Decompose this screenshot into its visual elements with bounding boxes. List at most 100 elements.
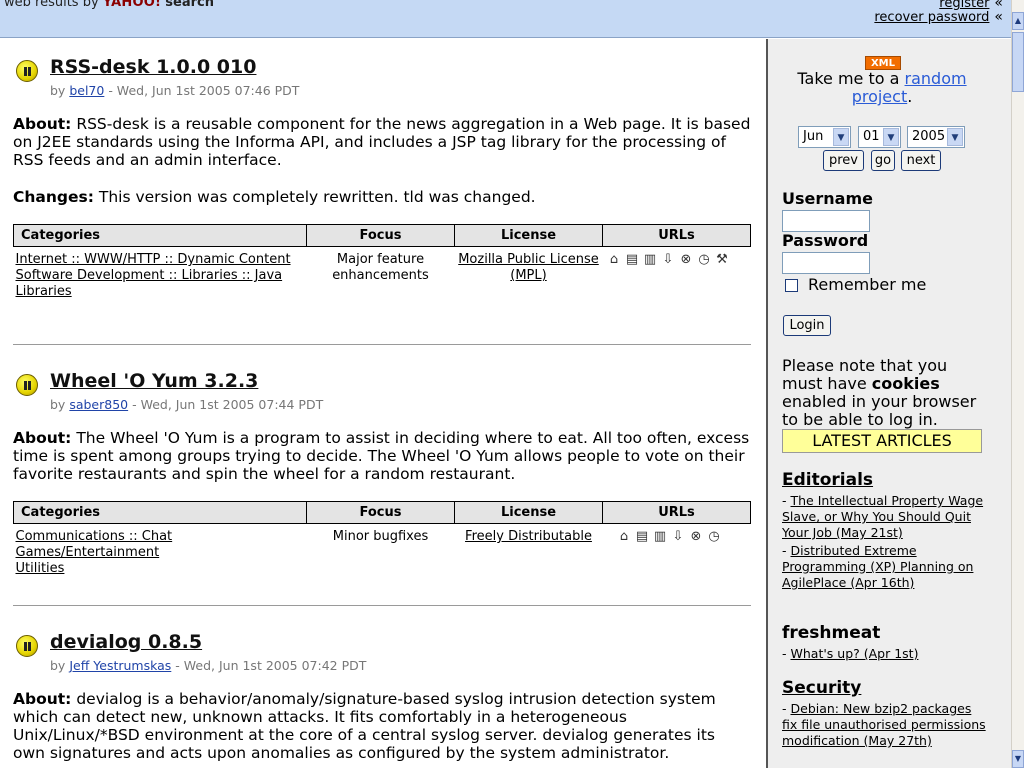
yahoo-logo: YAHOO! — [102, 0, 162, 10]
category-link[interactable]: Software Development :: Libraries :: Jav… — [16, 268, 283, 299]
month-select[interactable]: Jun ▼ — [798, 126, 851, 148]
project-title-link[interactable]: devialog 0.8.5 — [50, 631, 202, 653]
security-heading[interactable]: Security — [782, 678, 861, 698]
home-icon[interactable]: ⌂ — [617, 529, 632, 544]
categories-header: Categories — [13, 501, 307, 524]
banner-search-word: search — [165, 0, 214, 10]
search-banner: web results by YAHOO! search register « r… — [0, 0, 1011, 38]
project-date: - Wed, Jun 1st 2005 07:44 PDT — [132, 397, 324, 412]
article-link[interactable]: Distributed Extreme Programming (XP) Pla… — [782, 543, 973, 590]
cvs-icon[interactable]: ⊗ — [679, 252, 694, 267]
list-item: - Debian: New bzip2 packages fix file un… — [782, 701, 987, 749]
changes-label: Changes: — [13, 188, 94, 206]
project-entry: devialog 0.8.5 by Jeff Yestrumskas - Wed… — [13, 631, 751, 762]
category-link[interactable]: Games/Entertainment — [16, 545, 160, 560]
project-divider — [13, 344, 751, 345]
cookie-note: Please note that you must have cookies e… — [782, 357, 992, 429]
license-link[interactable]: Freely Distributable — [465, 529, 592, 544]
article-link[interactable]: The Intellectual Property Wage Slave, or… — [782, 493, 983, 540]
license-cell: Freely Distributable — [455, 524, 603, 578]
author-link[interactable]: Jeff Yestrumskas — [69, 658, 171, 673]
username-input[interactable] — [782, 210, 870, 232]
go-button[interactable]: go — [871, 150, 895, 171]
day-select[interactable]: 01 ▼ — [858, 126, 901, 148]
list-dash: - — [782, 646, 787, 661]
yahoo-search-label: web results by YAHOO! search — [4, 0, 214, 10]
editorials-heading[interactable]: Editorials — [782, 470, 873, 490]
cookie-note-bold: cookies — [871, 374, 940, 393]
home-icon[interactable]: ⌂ — [607, 252, 622, 267]
project-entry: RSS-desk 1.0.0 010 by bel70 - Wed, Jun 1… — [13, 56, 751, 301]
project-header: RSS-desk 1.0.0 010 — [13, 56, 751, 82]
login-button[interactable]: Login — [783, 315, 831, 336]
changelog-icon[interactable]: ◷ — [697, 252, 712, 267]
article-link[interactable]: Debian: New bzip2 packages fix file unau… — [782, 701, 986, 748]
category-link[interactable]: Communications :: Chat — [16, 529, 173, 544]
project-status-icon — [16, 374, 38, 396]
license-cell: Mozilla Public License (MPL) — [455, 247, 603, 301]
category-link[interactable]: Utilities — [16, 561, 65, 576]
category-link[interactable]: Internet :: WWW/HTTP :: Dynamic Content — [16, 252, 291, 267]
recover-password-link[interactable]: recover password — [874, 10, 989, 25]
author-link[interactable]: bel70 — [69, 83, 104, 98]
categories-cell: Communications :: Chat Games/Entertainme… — [14, 524, 307, 578]
project-header: Wheel 'O Yum 3.2.3 — [13, 370, 751, 396]
freshmeat-list: - What's up? (Apr 1st) — [782, 646, 987, 664]
article-link[interactable]: What's up? (Apr 1st) — [791, 646, 919, 661]
about-text: RSS-desk is a reusable component for the… — [13, 115, 751, 169]
project-status-icon — [16, 635, 38, 657]
chevron-down-icon: ▼ — [947, 128, 963, 146]
download-tgz-icon[interactable]: ▤ — [625, 252, 640, 267]
about-label: About: — [13, 429, 72, 447]
changelog-icon[interactable]: ◷ — [707, 529, 722, 544]
security-list: - Debian: New bzip2 packages fix file un… — [782, 701, 987, 751]
next-button[interactable]: next — [901, 150, 941, 171]
project-date: - Wed, Jun 1st 2005 07:46 PDT — [108, 83, 300, 98]
freshmeat-heading[interactable]: freshmeat — [782, 623, 880, 643]
chevron-left-icon: « — [994, 9, 1003, 25]
about-label: About: — [13, 115, 72, 133]
random-prefix: Take me to a — [797, 69, 900, 88]
scroll-up-arrow-icon[interactable]: ▲ — [1012, 12, 1024, 30]
download-zip-icon[interactable]: ▥ — [643, 252, 658, 267]
download-rpm-icon[interactable]: ⇩ — [671, 529, 686, 544]
year-select[interactable]: 2005 ▼ — [907, 126, 965, 148]
prev-button[interactable]: prev — [823, 150, 864, 171]
focus-cell: Minor bugfixes — [332, 529, 429, 544]
banner-prefix: web results by — [4, 0, 99, 10]
categories-cell: Internet :: WWW/HTTP :: Dynamic Content … — [14, 247, 307, 301]
focus-header: Focus — [306, 224, 455, 247]
cvs-icon[interactable]: ⊗ — [689, 529, 704, 544]
download-rpm-icon[interactable]: ⇩ — [661, 252, 676, 267]
list-dash: - — [782, 701, 787, 716]
remember-me-checkbox[interactable] — [785, 279, 798, 292]
urls-header: URLs — [602, 501, 751, 524]
list-item: - Distributed Extreme Programming (XP) P… — [782, 543, 987, 591]
download-tgz-icon[interactable]: ▤ — [635, 529, 650, 544]
xml-feed-icon[interactable]: XML — [865, 56, 901, 70]
download-zip-icon[interactable]: ▥ — [653, 529, 668, 544]
license-header: License — [454, 501, 603, 524]
project-changes: Changes: This version was completely rew… — [13, 188, 751, 206]
password-input[interactable] — [782, 252, 870, 274]
list-dash: - — [782, 543, 787, 558]
project-status-icon — [16, 60, 38, 82]
urls-header: URLs — [602, 224, 751, 247]
project-about: About: The Wheel 'O Yum is a program to … — [13, 429, 751, 483]
scroll-thumb[interactable] — [1012, 32, 1024, 92]
project-meta: by Jeff Yestrumskas - Wed, Jun 1st 2005 … — [50, 658, 751, 673]
vertical-scrollbar[interactable]: ▲ ▼ — [1011, 0, 1024, 768]
author-link[interactable]: saber850 — [69, 397, 128, 412]
project-title-link[interactable]: RSS-desk 1.0.0 010 — [50, 56, 256, 78]
project-date: - Wed, Jun 1st 2005 07:42 PDT — [175, 658, 367, 673]
by-label: by — [50, 397, 66, 412]
tools-icon[interactable]: ⚒ — [715, 252, 730, 267]
scroll-down-arrow-icon[interactable]: ▼ — [1012, 750, 1024, 768]
changes-text: This version was completely rewritten. t… — [98, 188, 536, 206]
about-text: devialog is a behavior/anomaly/signature… — [13, 690, 716, 762]
list-dash: - — [782, 493, 787, 508]
project-title-link[interactable]: Wheel 'O Yum 3.2.3 — [50, 370, 258, 392]
license-link[interactable]: Mozilla Public License (MPL) — [458, 252, 599, 283]
about-label: About: — [13, 690, 72, 708]
project-meta: by bel70 - Wed, Jun 1st 2005 07:46 PDT — [50, 83, 751, 98]
